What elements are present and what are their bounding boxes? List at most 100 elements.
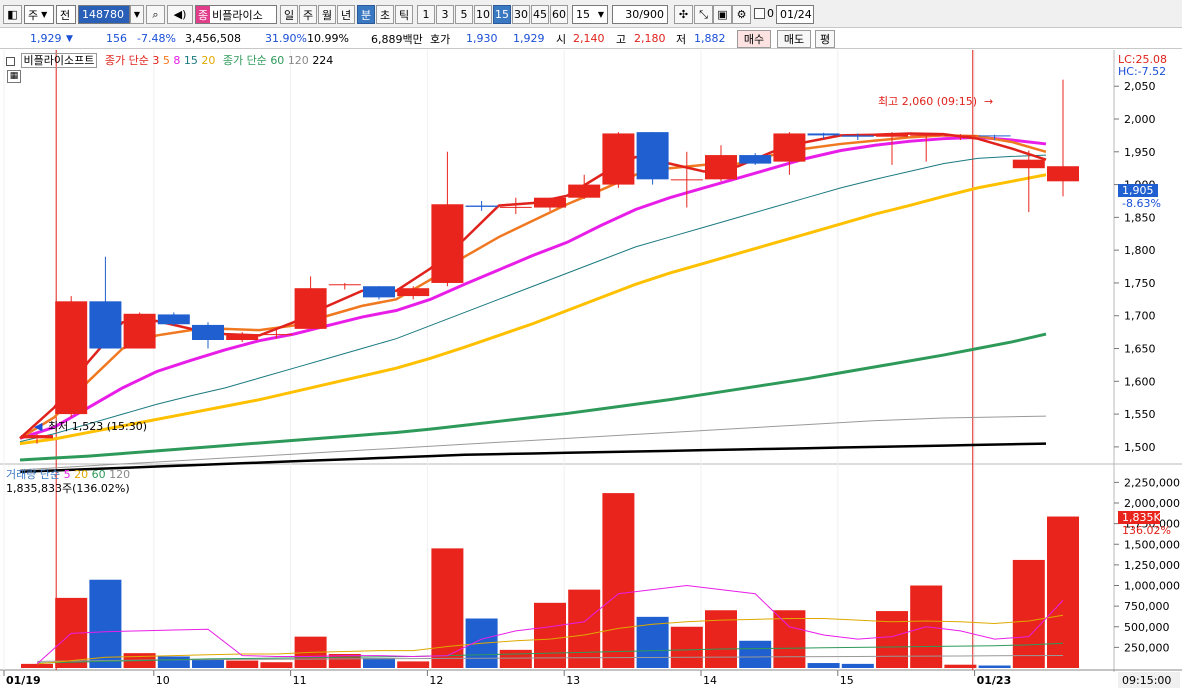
last-price-pct: -8.63% xyxy=(1122,197,1161,210)
candle-body xyxy=(876,133,908,137)
ma120-label: 120 xyxy=(287,54,309,67)
volume-bar xyxy=(568,589,601,668)
low-label: 저 xyxy=(676,32,687,46)
price-tick-label: 1,850 xyxy=(1124,211,1156,224)
code-input[interactable]: 148780 xyxy=(78,5,130,24)
date-value: 01/24 xyxy=(780,8,812,21)
volume-bar xyxy=(876,611,908,668)
volume-bar xyxy=(739,640,772,668)
save-icon[interactable]: ▣ xyxy=(713,5,732,24)
period-day[interactable]: 일 xyxy=(280,5,298,24)
candle-body xyxy=(465,205,498,207)
sell-button[interactable]: 매도 xyxy=(777,30,811,48)
count-input[interactable]: 30/900 xyxy=(612,5,668,24)
price-chart[interactable]: 1,500 1,550 1,600 1,650 1,700 1,750 1,800 1,850… xyxy=(0,50,1182,690)
candle-body xyxy=(841,135,874,137)
price-tick-label: 1,750 xyxy=(1124,277,1156,290)
volume-value: 1,835,833주(136.02%) xyxy=(6,482,130,495)
candle-body xyxy=(978,135,1011,137)
checkbox[interactable] xyxy=(754,8,765,19)
period-month[interactable]: 월 xyxy=(318,5,336,24)
price-legend: 비플라이소프트 종가 단순 3 5 8 15 20 종가 단순 60 120 2… xyxy=(6,52,333,68)
market-select[interactable]: 주 ▼ xyxy=(24,5,54,24)
volume-ratio: 31.90% xyxy=(265,32,307,45)
draw-tools-icon[interactable]: ⤡ xyxy=(694,5,713,24)
hc-label: HC:-7.52 xyxy=(1118,65,1166,78)
interval-5[interactable]: 5 xyxy=(455,5,473,24)
time-tick-label: 01/23 xyxy=(977,674,1012,687)
interval-value: 15 xyxy=(576,8,590,21)
buy-button[interactable]: 매수 xyxy=(737,30,771,48)
volume-tick-label: 750,000 xyxy=(1124,600,1170,613)
prev-select[interactable]: 전 xyxy=(56,5,76,24)
time-tick-label: 15 xyxy=(840,674,854,687)
candle-body xyxy=(705,155,737,180)
collapse-icon[interactable] xyxy=(6,56,15,66)
time-tick-label: 12 xyxy=(429,674,443,687)
stock-name-field[interactable]: 종 비플라이소 xyxy=(195,5,277,24)
candle-body xyxy=(670,179,703,181)
crosshair-icon[interactable]: ✣ xyxy=(674,5,693,24)
volume-bar xyxy=(978,665,1011,668)
interval-1[interactable]: 1 xyxy=(417,5,435,24)
interval-45[interactable]: 45 xyxy=(531,5,549,24)
time-tick-label: 13 xyxy=(566,674,580,687)
interval-30[interactable]: 30 xyxy=(512,5,530,24)
candle-body xyxy=(192,324,224,340)
volume-bar xyxy=(670,626,703,668)
market-label: 주 xyxy=(28,8,39,22)
price-tick-label: 1,500 xyxy=(1124,441,1156,454)
candle-body xyxy=(568,184,601,198)
volume-bar xyxy=(157,656,190,668)
toolbar: ◧ 주 ▼ 전 148780 ▼ ⌕ ◀) 종 비플라이소 일 주 월 년 분 초 … xyxy=(0,0,1182,28)
low-annotation: 최저 1,523 (15:30) xyxy=(48,420,147,433)
ma3-label: 3 xyxy=(152,54,160,67)
volume-tick-label: 1,250,000 xyxy=(1124,559,1180,572)
gear-icon[interactable]: ⚙ xyxy=(732,5,751,24)
candle-body xyxy=(363,286,395,298)
ma-label: 종가 단순 xyxy=(104,54,149,67)
period-minute[interactable]: 분 xyxy=(357,5,375,24)
volume-tick-label: 250,000 xyxy=(1124,641,1170,654)
trade-amount: 6,889백만 xyxy=(371,32,423,46)
price-tick-label: 1,950 xyxy=(1124,146,1156,159)
eval-button[interactable]: 평 xyxy=(815,30,835,48)
ma5-label: 5 xyxy=(162,54,170,67)
table-icon[interactable]: ▦ xyxy=(7,70,21,83)
period-tick[interactable]: 틱 xyxy=(395,5,413,24)
code-value: 148780 xyxy=(82,8,124,21)
interval-15[interactable]: 15 xyxy=(493,5,511,24)
volume-bar xyxy=(1012,559,1045,668)
period-year[interactable]: 년 xyxy=(337,5,355,24)
low-price: 1,882 xyxy=(694,32,726,45)
current-price: 1,929 xyxy=(30,32,62,45)
window-menu-icon[interactable]: ◧ xyxy=(3,5,22,24)
speaker-icon[interactable]: ◀) xyxy=(167,5,193,24)
period-week[interactable]: 주 xyxy=(299,5,317,24)
last-price-value: 1,905 xyxy=(1122,184,1154,197)
bid-price-1: 1,930 xyxy=(466,32,498,45)
last-volume-value: 1,835K xyxy=(1122,511,1161,524)
date-input[interactable]: 01/24 xyxy=(776,5,814,24)
interval-10[interactable]: 10 xyxy=(474,5,492,24)
time-tick-label: 10 xyxy=(156,674,170,687)
candle-body xyxy=(431,204,464,283)
interval-select[interactable]: 15 ▼ xyxy=(572,5,608,24)
volume-bar xyxy=(1047,516,1079,668)
chevron-down-icon[interactable]: ▼ xyxy=(130,5,144,24)
ma20-label: 20 xyxy=(201,54,216,67)
search-icon[interactable]: ⌕ xyxy=(146,5,165,24)
candle-body xyxy=(89,301,122,349)
price-tick-label: 1,550 xyxy=(1124,408,1156,421)
quote-bar: 1,929 ▼ 156 -7.48% 3,456,508 31.90% 10.9… xyxy=(0,28,1182,49)
volume-bar xyxy=(944,664,977,668)
candle-body xyxy=(636,132,669,180)
candle-body xyxy=(534,197,566,208)
period-second[interactable]: 초 xyxy=(376,5,394,24)
interval-60[interactable]: 60 xyxy=(550,5,568,24)
chevron-down-icon: ▼ xyxy=(41,10,48,19)
candle-body xyxy=(1012,159,1045,169)
ma15-label: 15 xyxy=(183,54,198,67)
bid-label: 호가 xyxy=(430,32,451,46)
interval-3[interactable]: 3 xyxy=(436,5,454,24)
